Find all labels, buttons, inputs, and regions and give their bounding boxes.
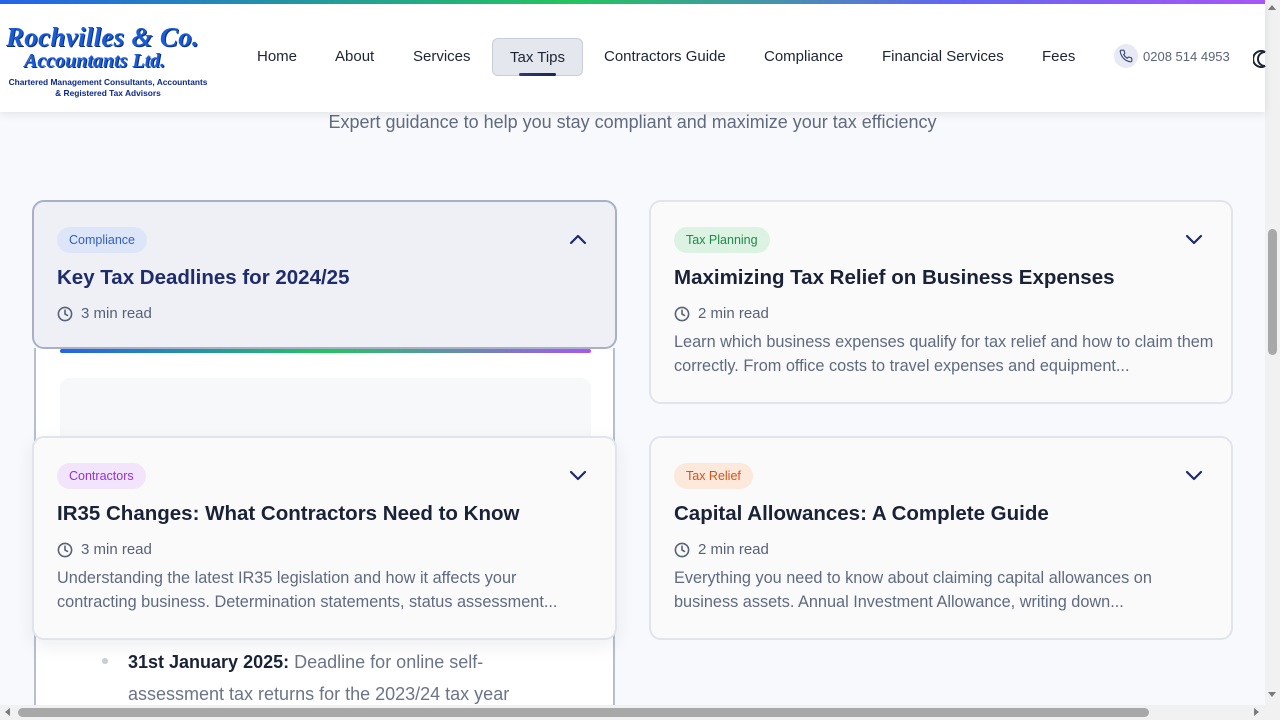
nav-tax-tips[interactable]: Tax Tips <box>492 38 584 76</box>
scroll-up-arrow-icon[interactable] <box>1268 5 1276 10</box>
clock-icon <box>57 306 73 321</box>
category-tag: Compliance <box>57 227 148 253</box>
article-card-capital-allowances[interactable]: Tax Relief Capital Allowances: A Complet… <box>649 436 1233 640</box>
nav-home[interactable]: Home <box>240 38 314 76</box>
read-time-label: 2 min read <box>698 541 769 558</box>
read-time: 3 min read <box>57 305 152 322</box>
article-excerpt: Understanding the latest IR35 legislatio… <box>57 569 558 611</box>
chevron-down-icon[interactable] <box>1185 468 1203 486</box>
clock-icon <box>57 542 73 557</box>
nav-fees[interactable]: Fees <box>1025 38 1092 76</box>
theme-toggle-icon[interactable] <box>1252 50 1267 73</box>
article-title: Maximizing Tax Relief on Business Expens… <box>674 266 1115 289</box>
logo-name: Rochvilles & Co. <box>6 22 200 52</box>
chevron-down-icon[interactable] <box>569 468 587 486</box>
clock-icon <box>674 306 690 321</box>
read-time: 2 min read <box>674 305 769 322</box>
read-time-label: 2 min read <box>698 305 769 322</box>
vertical-scrollbar[interactable] <box>1265 0 1280 720</box>
nav-compliance[interactable]: Compliance <box>747 38 860 76</box>
article-title: Capital Allowances: A Complete Guide <box>674 502 1049 525</box>
site-header: Rochvilles & Co. Accountants Ltd. Charte… <box>0 4 1267 112</box>
phone-link[interactable]: 0208 514 4953 <box>1114 44 1230 68</box>
phone-icon <box>1114 44 1138 68</box>
company-logo[interactable]: Rochvilles & Co. Accountants Ltd. Charte… <box>4 22 210 100</box>
nav-financial-services[interactable]: Financial Services <box>865 38 1021 76</box>
article-card-tax-relief-expenses[interactable]: Tax Planning Maximizing Tax Relief on Bu… <box>649 200 1233 404</box>
article-title: IR35 Changes: What Contractors Need to K… <box>57 502 520 525</box>
page-subtitle: Expert guidance to help you stay complia… <box>328 112 937 132</box>
category-tag: Tax Planning <box>674 227 770 253</box>
clock-icon <box>674 542 690 557</box>
chevron-up-icon[interactable] <box>569 232 587 250</box>
list-bullet <box>102 658 108 664</box>
chevron-down-icon[interactable] <box>1185 232 1203 250</box>
read-time-label: 3 min read <box>81 541 152 558</box>
scroll-left-arrow-icon[interactable] <box>5 708 10 716</box>
deadline-date: 31st January 2025: <box>128 652 290 672</box>
category-tag: Tax Relief <box>674 463 753 489</box>
article-excerpt: Everything you need to know about claimi… <box>674 569 1152 611</box>
read-time-label: 3 min read <box>81 305 152 322</box>
article-card-tax-deadlines[interactable]: Compliance Key Tax Deadlines for 2024/25… <box>32 200 617 349</box>
scroll-right-arrow-icon[interactable] <box>1254 708 1259 716</box>
category-tag: Contractors <box>57 463 146 489</box>
deadline-item: 31st January 2025: Deadline for online s… <box>128 646 578 710</box>
article-excerpt: Learn which business expenses qualify fo… <box>674 333 1214 375</box>
logo-tagline: Chartered Management Consultants, Accoun… <box>8 77 208 98</box>
horizontal-scrollbar-thumb[interactable] <box>18 708 1149 717</box>
article-card-ir35[interactable]: Contractors IR35 Changes: What Contracto… <box>32 436 617 640</box>
logo-subname: Accountants Ltd. <box>24 50 166 72</box>
nav-services[interactable]: Services <box>396 38 488 76</box>
read-time: 2 min read <box>674 541 769 558</box>
scroll-down-arrow-icon[interactable] <box>1268 692 1276 697</box>
panel-gradient-bar <box>60 349 591 353</box>
article-title: Key Tax Deadlines for 2024/25 <box>57 266 350 289</box>
top-gradient-bar <box>0 0 1265 4</box>
vertical-scrollbar-thumb[interactable] <box>1268 229 1277 355</box>
read-time: 3 min read <box>57 541 152 558</box>
phone-number: 0208 514 4953 <box>1143 48 1230 64</box>
nav-contractors-guide[interactable]: Contractors Guide <box>587 38 743 76</box>
nav-about[interactable]: About <box>318 38 391 76</box>
